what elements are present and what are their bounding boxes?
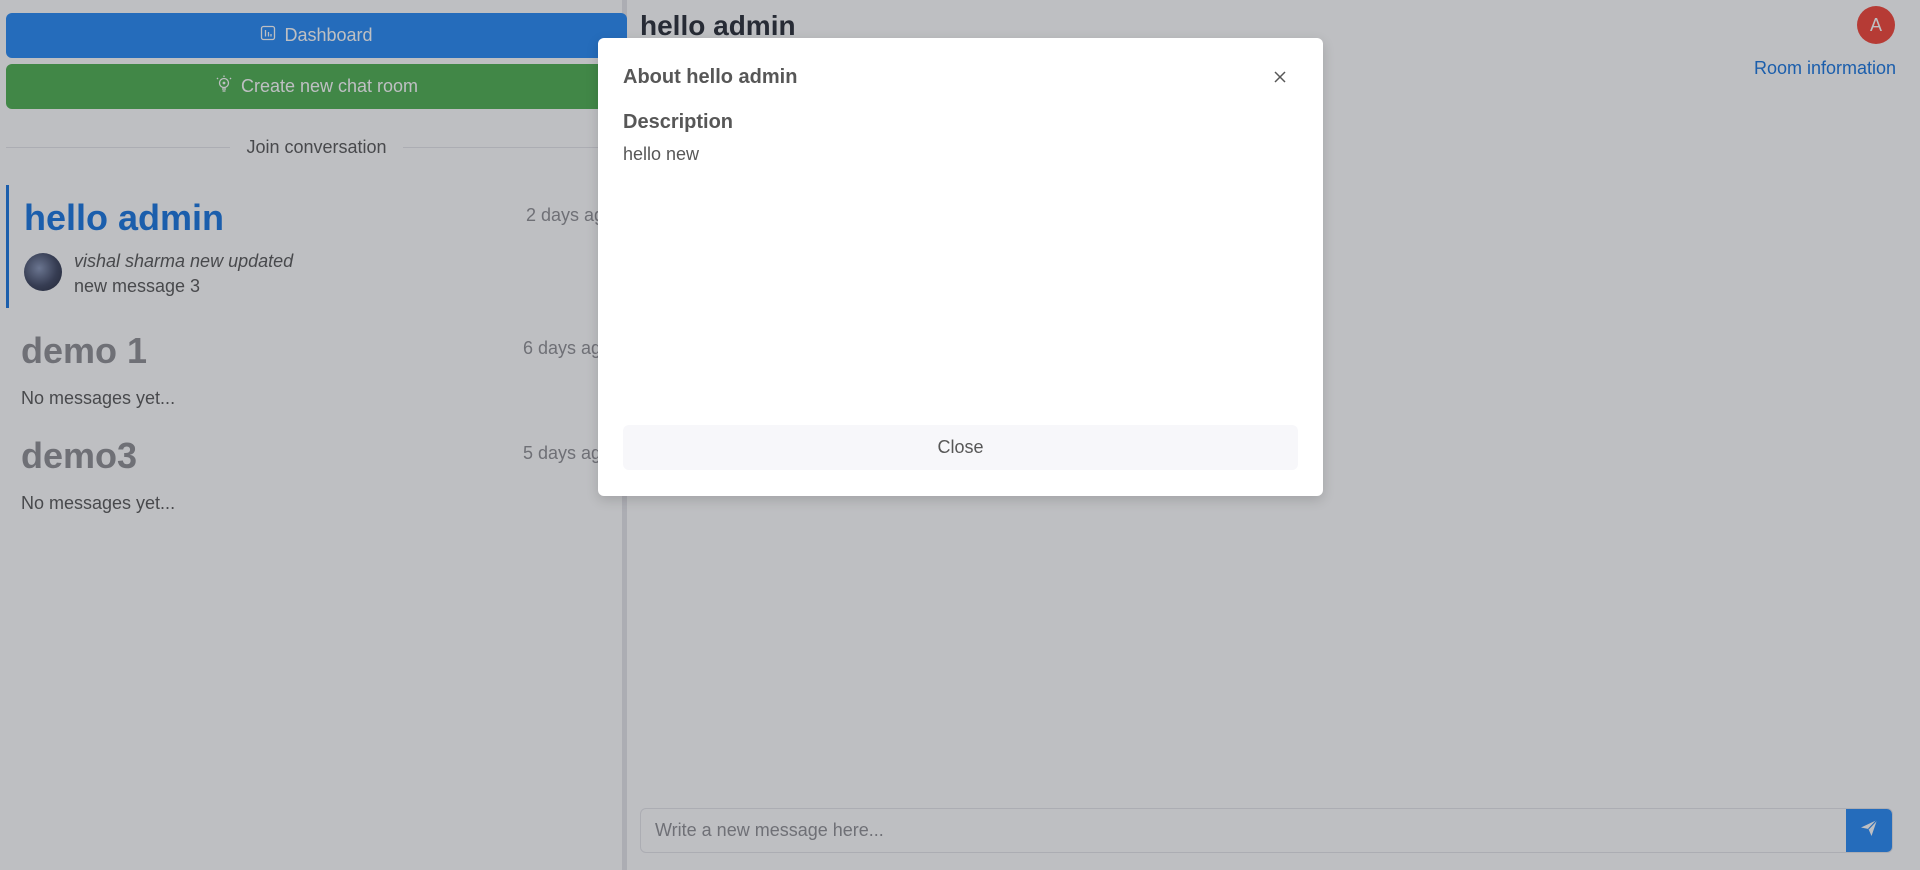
close-button[interactable]: Close [623,425,1298,470]
close-icon[interactable] [1268,65,1292,89]
chat-app: Dashboard Create new chat room Join conv… [0,0,1920,870]
description-heading: Description [623,111,734,133]
description-text: hello new [623,144,700,164]
modal-title: About hello admin [623,66,798,88]
room-info-modal: About hello admin Description hello new … [598,38,1323,496]
